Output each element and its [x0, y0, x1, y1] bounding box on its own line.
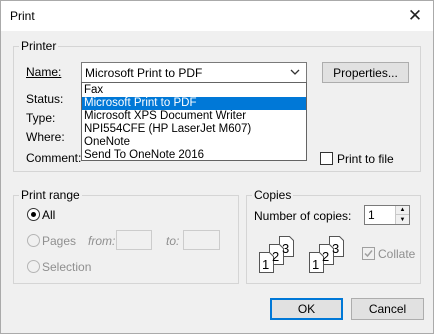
to-field [183, 230, 220, 250]
collate-page-number: 2 [322, 249, 329, 264]
spin-up-icon[interactable]: ▲ [396, 206, 409, 215]
printer-option-selected[interactable]: Microsoft Print to PDF [82, 97, 306, 110]
collate-page-number: 3 [332, 241, 339, 256]
number-of-copies-label: Number of copies: [254, 209, 352, 223]
print-dialog: Print ✕ Printer Name: Microsoft Print to… [0, 0, 434, 334]
collate-page-number: 2 [272, 249, 279, 264]
selection-label: Selection [42, 260, 92, 274]
chevron-down-icon [290, 69, 300, 75]
print-range-label: Print range [19, 188, 82, 202]
checkmark-icon [364, 250, 373, 258]
printer-dropdown-list: Fax Microsoft Print to PDF Microsoft XPS… [81, 82, 307, 161]
from-label: from: [88, 234, 116, 248]
close-icon[interactable]: ✕ [405, 6, 425, 26]
printer-option[interactable]: Fax [82, 84, 306, 97]
collate-label: Collate [378, 247, 416, 261]
collate-checkbox [362, 247, 375, 260]
collate-page-number: 1 [262, 257, 269, 272]
printer-group-label: Printer [19, 39, 59, 53]
where-label: Where: [26, 130, 65, 144]
collate-pages-icon: 1 2 3 1 2 3 [259, 236, 344, 273]
from-field [116, 230, 152, 250]
collate-page-number: 1 [312, 257, 319, 272]
name-label-text: Name: [26, 65, 62, 79]
comment-label: Comment: [26, 151, 82, 165]
spin-buttons: ▲ ▼ [395, 206, 409, 224]
printer-name-select[interactable]: Microsoft Print to PDF [81, 62, 307, 83]
status-label: Status: [26, 92, 64, 106]
properties-button[interactable]: Properties... [322, 62, 409, 83]
all-radio[interactable] [27, 208, 40, 221]
window-title: Print [10, 9, 35, 23]
copies-value: 1 [368, 208, 375, 222]
print-to-file-checkbox[interactable] [320, 152, 333, 165]
collate-page-number: 3 [282, 241, 289, 256]
copies-spinner[interactable]: 1 ▲ ▼ [364, 205, 410, 225]
print-to-file-label[interactable]: Print to file [337, 152, 394, 166]
ok-button[interactable]: OK [270, 298, 343, 320]
cancel-button[interactable]: Cancel [351, 298, 424, 320]
selection-radio [27, 260, 40, 273]
copies-group-label: Copies [252, 188, 294, 202]
printer-option[interactable]: Microsoft XPS Document Writer [82, 110, 306, 123]
name-label: Name: [26, 65, 61, 79]
printer-option[interactable]: Send To OneNote 2016 [82, 149, 306, 162]
printer-option[interactable]: OneNote [82, 136, 306, 149]
type-label: Type: [26, 111, 56, 125]
all-label[interactable]: All [42, 208, 55, 222]
pages-label: Pages [42, 234, 77, 248]
title-bar: Print ✕ [1, 1, 433, 31]
to-label: to: [166, 234, 180, 248]
printer-name-value: Microsoft Print to PDF [85, 66, 203, 80]
printer-option[interactable]: NPI554CFE (HP LaserJet M607) [82, 123, 306, 136]
pages-radio [27, 234, 40, 247]
spin-down-icon[interactable]: ▼ [396, 215, 409, 224]
